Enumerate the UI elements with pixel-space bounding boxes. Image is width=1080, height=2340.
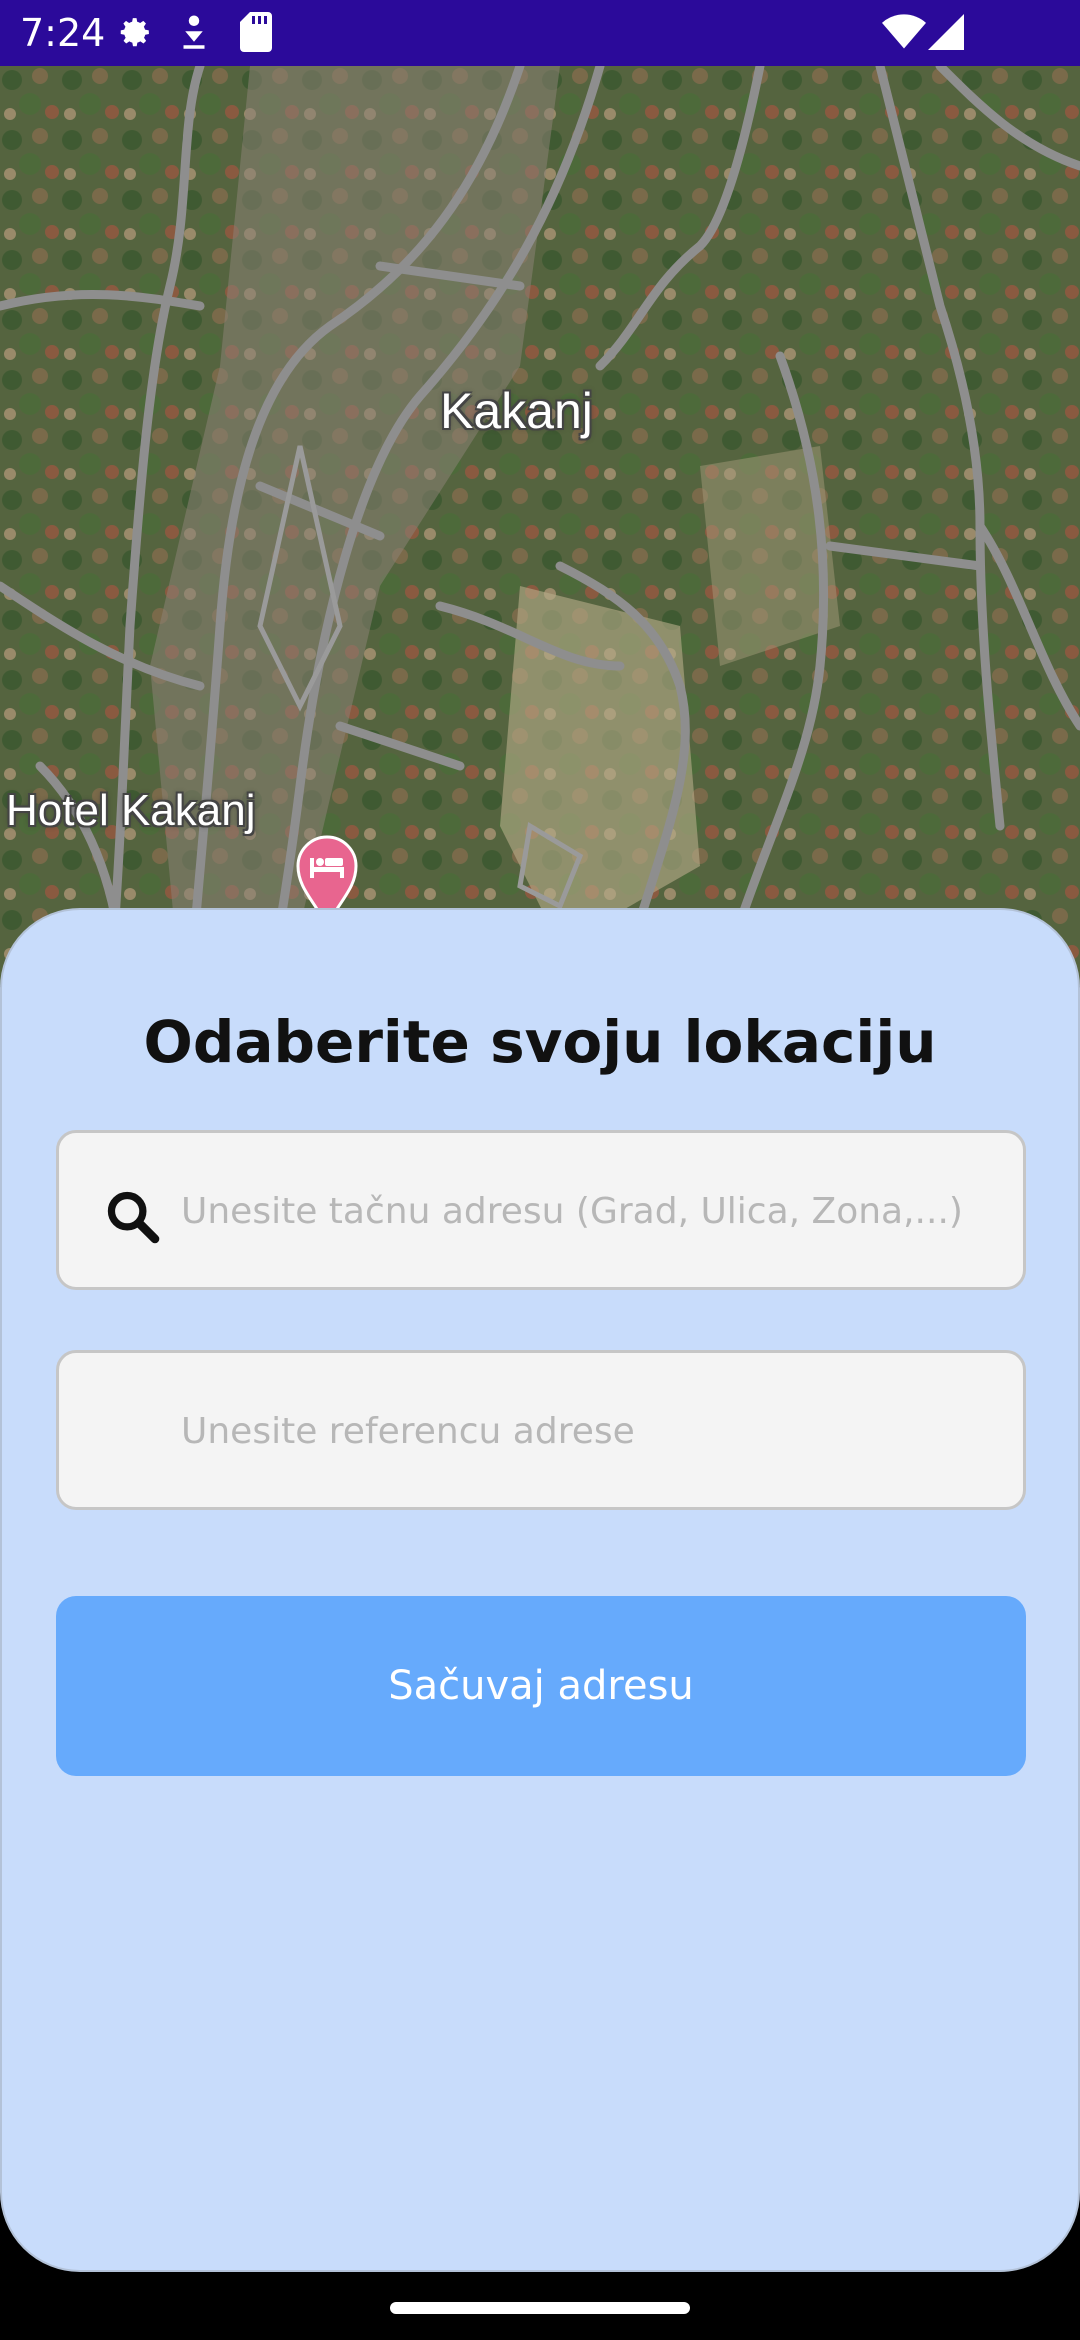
home-indicator[interactable]	[390, 2302, 690, 2314]
status-time: 7:24	[20, 11, 106, 55]
address-field[interactable]	[56, 1130, 1026, 1290]
address-input[interactable]	[179, 1133, 1003, 1289]
map-town-label: Kakanj	[440, 383, 593, 439]
status-bar: 7:24	[0, 0, 1080, 66]
sheet-title: Odaberite svoju lokaciju	[143, 1008, 937, 1076]
reference-input[interactable]	[179, 1353, 1003, 1509]
wifi-icon	[882, 12, 926, 56]
reference-field[interactable]	[56, 1350, 1026, 1510]
location-picker-screen: 7:24 Kakanj Hotel Kakanj Odaberite svoju…	[0, 0, 1080, 2340]
save-address-button[interactable]: Sačuvaj adresu	[56, 1596, 1026, 1776]
save-address-button-label: Sačuvaj adresu	[388, 1663, 694, 1709]
map-view[interactable]: Kakanj Hotel Kakanj	[0, 66, 1080, 986]
settings-gear-icon	[112, 12, 154, 58]
map-poi-label[interactable]: Hotel Kakanj	[6, 786, 255, 836]
sd-card-icon	[240, 12, 272, 56]
cellular-signal-icon	[928, 12, 964, 56]
download-notification-icon	[178, 12, 210, 58]
satellite-map-imagery	[0, 66, 1080, 986]
location-bottom-sheet: Odaberite svoju lokaciju Sačuvaj adresu	[0, 908, 1080, 2272]
search-icon	[103, 1187, 161, 1249]
navigation-bar	[0, 2274, 1080, 2340]
